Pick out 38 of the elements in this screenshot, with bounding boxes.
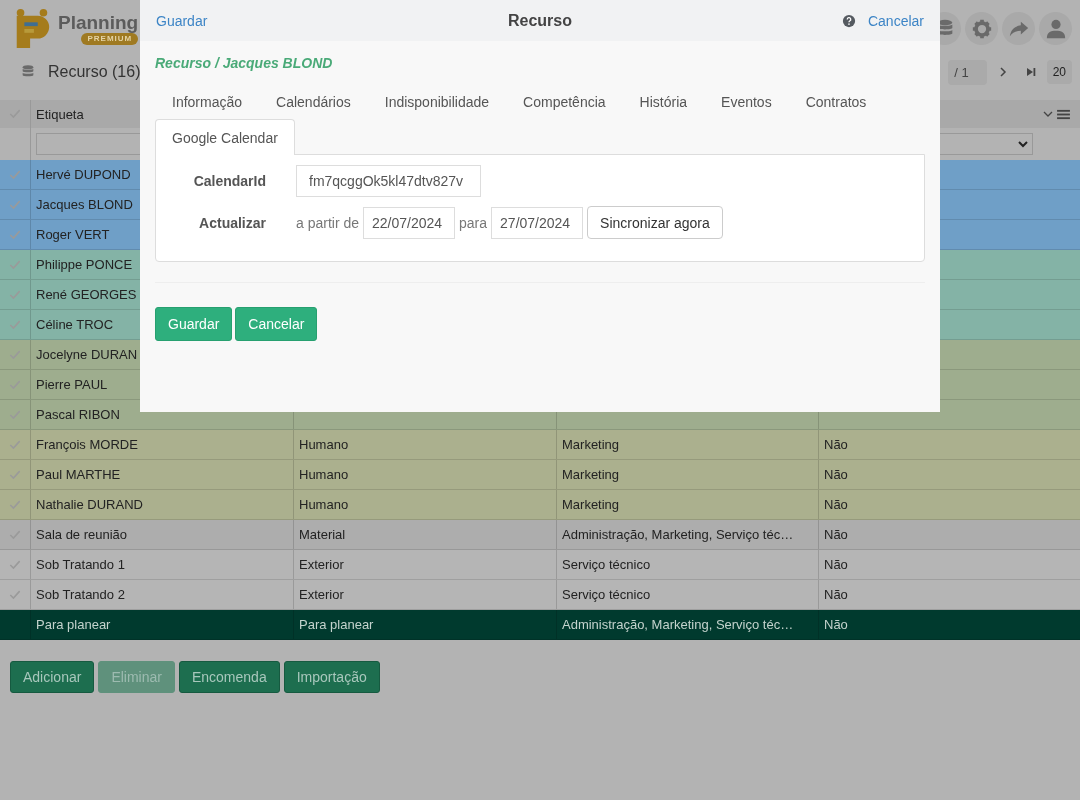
table-cell: Humano [293, 460, 556, 489]
table-cell: Não [818, 520, 1080, 549]
table-cell: Sob Tratando 2 [30, 580, 293, 609]
field-label: CalendarId [192, 173, 266, 189]
table-cell: Não [818, 460, 1080, 489]
table-cell: François MORDE [30, 430, 293, 459]
field-text: para [459, 214, 488, 231]
app-name: Planning [58, 12, 139, 32]
table-cell: Administração, Marketing, Serviço téc… [556, 610, 818, 639]
action-button: Eliminar [98, 661, 175, 693]
table-cell: Sob Tratando 1 [30, 550, 293, 579]
table-cell: Exterior [293, 550, 556, 579]
list-title: Recurso (16) [48, 63, 141, 81]
table-cell: Marketing [556, 460, 818, 489]
table-cell: Paul MARTHE [30, 460, 293, 489]
table-cell: Marketing [556, 490, 818, 519]
table-cell: Não [818, 430, 1080, 459]
table-cell: Não [818, 610, 1080, 639]
table-cell: Nathalie DURAND [30, 490, 293, 519]
table-cell: Não [818, 490, 1080, 519]
table-cell: Marketing [556, 430, 818, 459]
field-text: a partir de [296, 214, 360, 231]
table-cell: Serviço técnico [556, 550, 818, 579]
page-total: / 1 [948, 59, 987, 85]
table-cell: Serviço técnico [556, 580, 818, 609]
table-cell: Material [293, 520, 556, 549]
table-cell: Humano [293, 490, 556, 519]
table-cell: Humano [293, 430, 556, 459]
table-cell: Não [818, 580, 1080, 609]
table-cell: Não [818, 550, 1080, 579]
table-cell: Para planear [30, 610, 293, 639]
breadcrumb: Recurso / Jacques BLOND [155, 55, 334, 71]
table-cell: Sala de reunião [30, 520, 293, 549]
dialog-title: Recurso [508, 11, 572, 30]
table-cell: Para planear [293, 610, 556, 639]
premium-badge: PREMIUM [81, 32, 139, 45]
table-cell: Exterior [293, 580, 556, 609]
table-cell: Administração, Marketing, Serviço téc… [556, 520, 818, 549]
